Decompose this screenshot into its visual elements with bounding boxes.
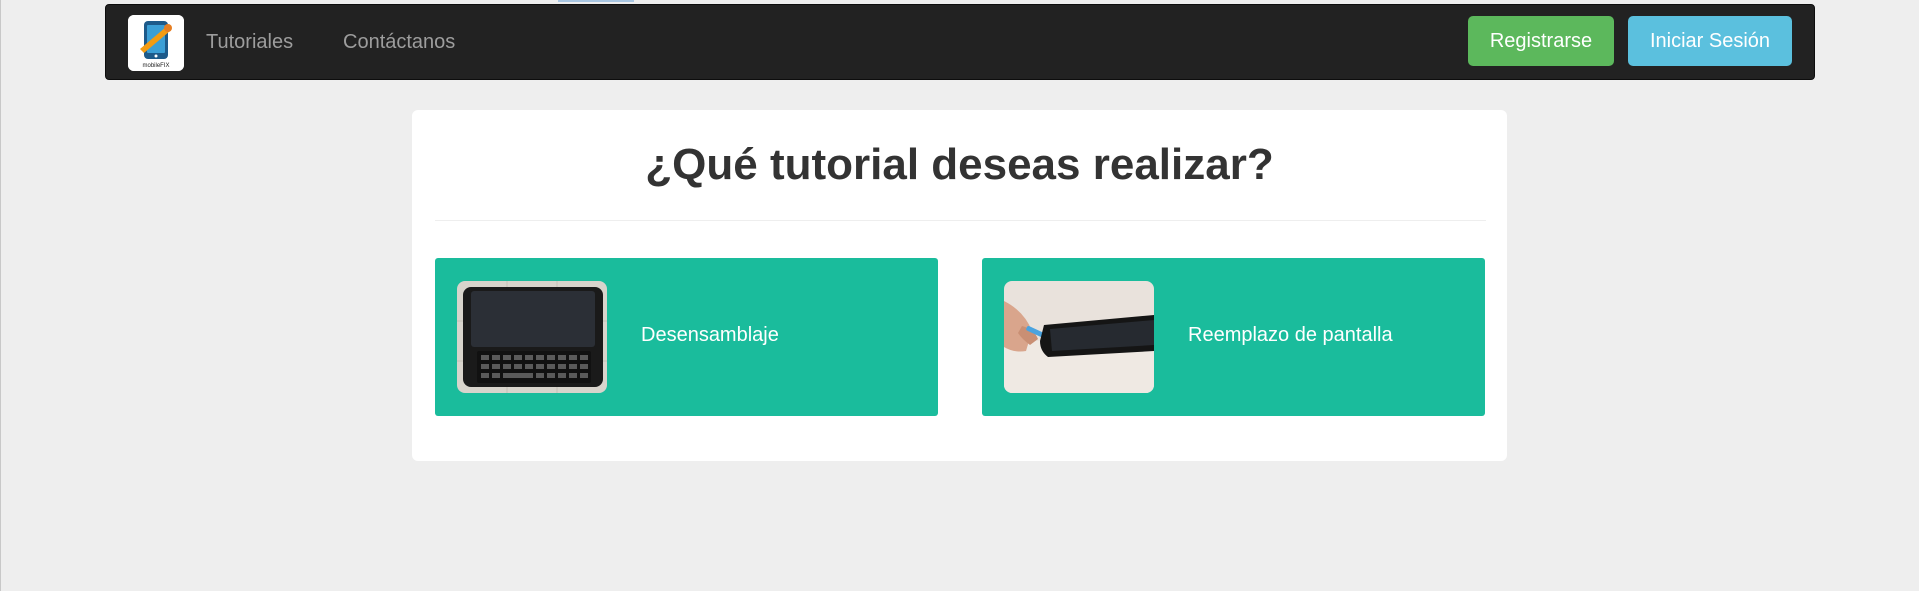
phone-keyboard-thumbnail xyxy=(457,281,607,393)
svg-text:mobileFIX: mobileFIX xyxy=(142,63,169,69)
tutorial-panel: ¿Qué tutorial deseas realizar? Desensamb… xyxy=(412,110,1507,461)
tutorial-card-label: Reemplazo de pantalla xyxy=(1188,324,1393,346)
phone-screen-thumbnail xyxy=(1004,281,1154,393)
top-accent-bar xyxy=(558,0,634,2)
tutorial-card-desensamblaje[interactable]: Desensamblaje xyxy=(435,258,938,416)
tutorial-card-reemplazo-pantalla[interactable]: Reemplazo de pantalla xyxy=(982,258,1485,416)
logo-phone-icon: mobileFIX xyxy=(128,15,184,71)
navbar: mobileFIX Tutoriales Contáctanos Registr… xyxy=(105,4,1815,80)
window-edge xyxy=(0,0,1,591)
mobilefix-logo[interactable]: mobileFIX xyxy=(128,15,184,71)
title-divider xyxy=(435,220,1486,221)
page-title: ¿Qué tutorial deseas realizar? xyxy=(645,140,1274,189)
tutorial-card-label: Desensamblaje xyxy=(641,324,779,346)
register-button[interactable]: Registrarse xyxy=(1468,16,1614,66)
nav-link-tutoriales[interactable]: Tutoriales xyxy=(206,31,293,54)
login-button[interactable]: Iniciar Sesión xyxy=(1628,16,1792,66)
nav-link-contactanos[interactable]: Contáctanos xyxy=(343,31,455,54)
